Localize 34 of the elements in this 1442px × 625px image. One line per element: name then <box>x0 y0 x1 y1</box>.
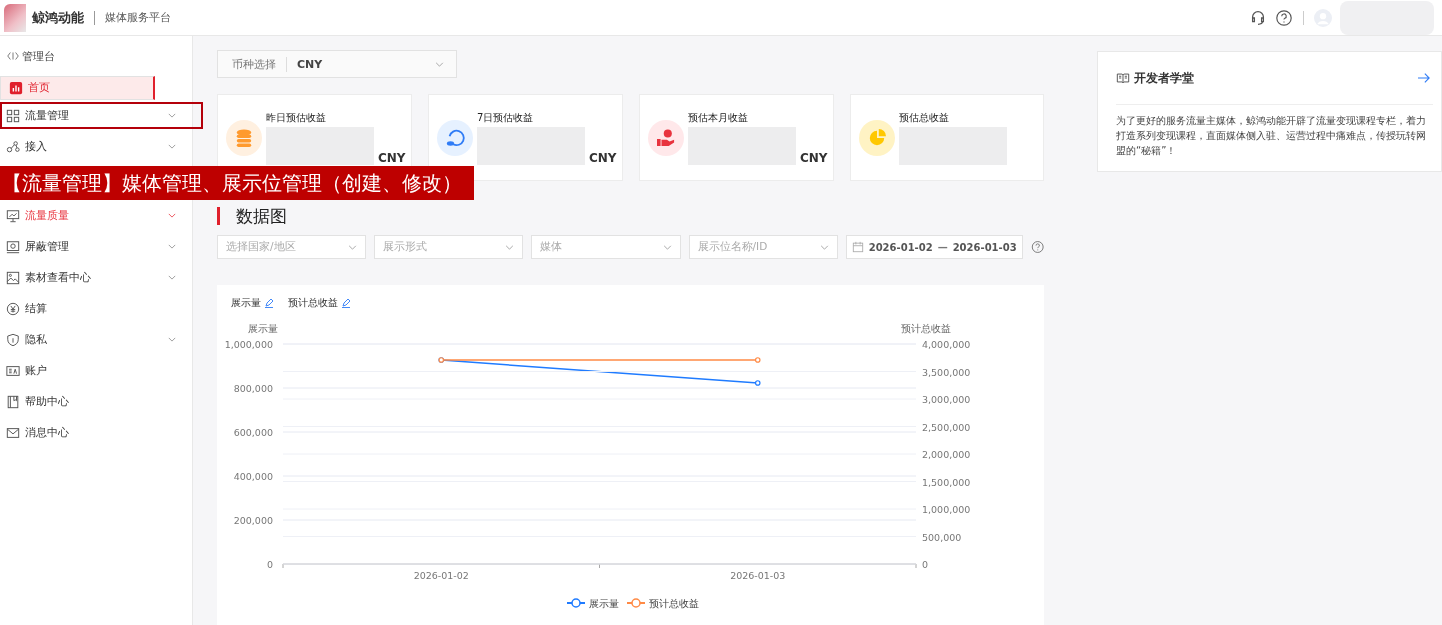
axis-tick-label: 4,000,000 <box>922 339 971 350</box>
section-title: 数据图 <box>236 204 287 228</box>
annotation-banner: 【流量管理】媒体管理、展示位管理（创建、修改） <box>0 166 474 200</box>
axis-tick-label: 400,000 <box>233 471 273 482</box>
currency-unit: CNY <box>800 150 828 165</box>
stat-title: 7日预估收益 <box>477 110 535 125</box>
stat-title: 预估总收益 <box>899 110 950 125</box>
card-description: 为了更好的服务流量主媒体，鲸鸿动能开辟了流量变现课程专栏，着力打造系列变现课程，直面媒体侧入驻、运营过程中痛难点，传授玩转网盟的“秘籍”！ <box>1116 114 1427 158</box>
axis-tick-label: 2026-01-02 <box>413 570 469 581</box>
axis-tick-label: 2,500,000 <box>922 421 971 433</box>
stat-title: 昨日预估收益 <box>266 110 327 125</box>
axis-tick-label: 1,500,000 <box>922 476 971 488</box>
axis-title: 展示量 <box>248 323 278 334</box>
axis-tick-label: 1,000,000 <box>922 504 971 515</box>
axis-tick-label: 200,000 <box>233 515 273 526</box>
card-title: 开发者学堂 <box>1134 69 1195 87</box>
axis-tick-label: 800,000 <box>233 383 273 394</box>
currency-unit: CNY <box>589 150 617 165</box>
platform-name: 媒体服务平台 <box>105 10 171 25</box>
axis-tick-label: 500,000 <box>922 531 962 543</box>
axis-tick-label: 1,000,000 <box>224 339 273 350</box>
axis-tick-label: 600,000 <box>233 427 273 438</box>
axis-tick-label: 0 <box>922 559 929 570</box>
currency-unit: CNY <box>378 150 406 165</box>
axis-tick-label: 2026-01-03 <box>730 570 786 581</box>
axis-tick-label: 0 <box>266 559 273 570</box>
axis-tick-label: 3,500,000 <box>922 366 971 378</box>
legend-label: 预计总收益 <box>649 598 699 609</box>
axis-tick-label: 3,000,000 <box>922 394 971 405</box>
axis-tick-label: 2,000,000 <box>922 449 971 460</box>
axis-title: 预计总收益 <box>901 323 951 334</box>
brand-name: 鲸鸿动能 <box>32 8 84 27</box>
stat-title: 预估本月收益 <box>688 110 749 125</box>
legend-label: 展示量 <box>589 598 619 609</box>
